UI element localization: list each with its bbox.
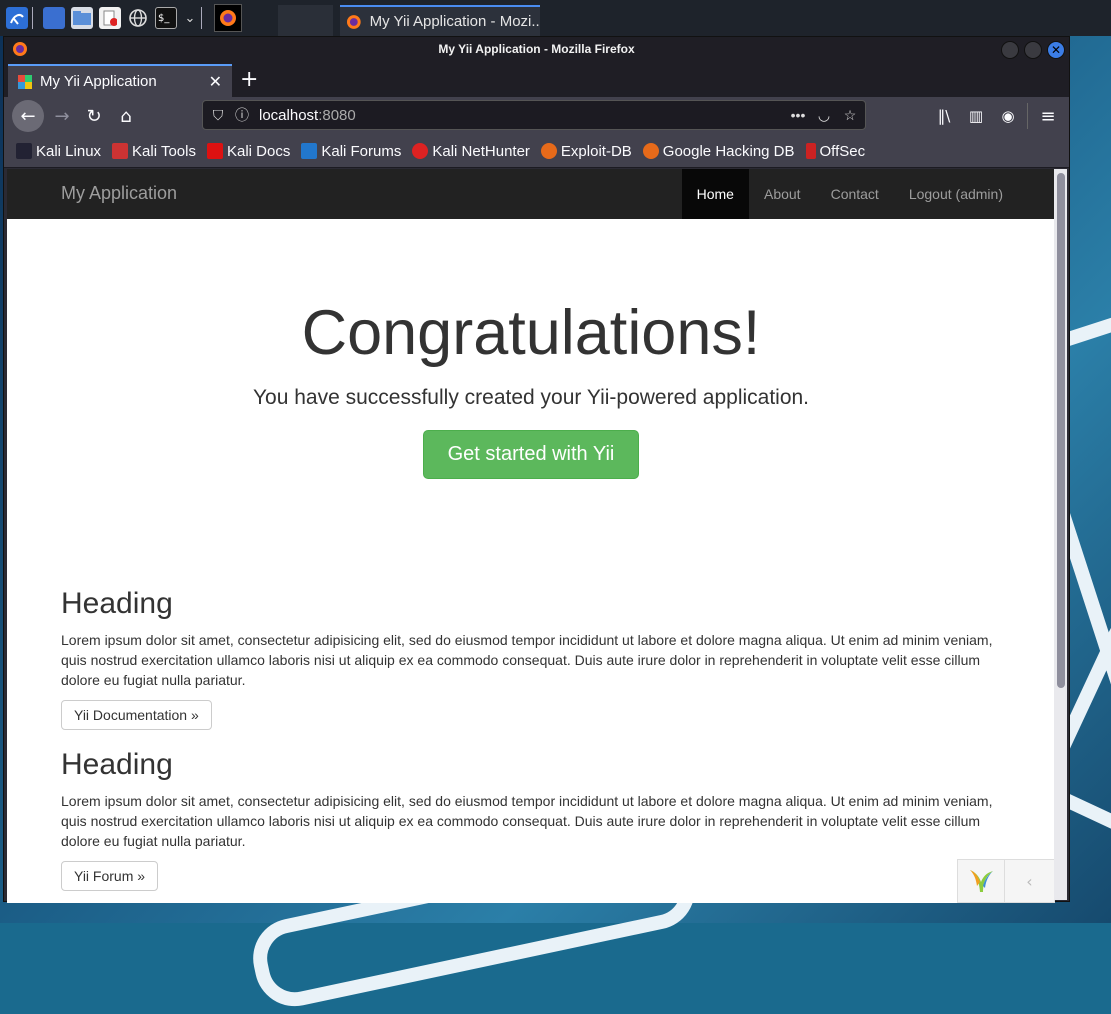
tab-bar: My Yii Application ✕ + xyxy=(4,63,1069,97)
new-tab-button[interactable]: + xyxy=(240,67,258,92)
bookmark-star-icon[interactable]: ☆ xyxy=(841,107,859,124)
bookmark-label: Kali Tools xyxy=(132,142,196,160)
body-content: Heading Lorem ipsum dolor sit amet, cons… xyxy=(7,587,1055,892)
yii-documentation-button[interactable]: Yii Documentation » xyxy=(61,700,212,731)
jumbotron: Congratulations! You have successfully c… xyxy=(7,298,1055,480)
window-title: My Yii Application - Mozilla Firefox xyxy=(438,42,635,56)
app-menu: Home About Contact Logout (admin) xyxy=(681,169,1018,219)
bookmark-kali-linux[interactable]: Kali Linux xyxy=(16,143,101,160)
exploit-db-icon xyxy=(540,143,557,159)
pocket-icon[interactable]: ◡ xyxy=(815,107,833,124)
toolbar-separator xyxy=(1027,103,1028,129)
kali-tools-icon xyxy=(112,143,129,159)
bookmark-label: Kali Linux xyxy=(36,142,102,160)
home-button[interactable]: ⌂ xyxy=(112,102,140,130)
app-brand[interactable]: My Application xyxy=(61,183,177,204)
nav-home[interactable]: Home xyxy=(681,169,749,219)
text-editor-icon[interactable] xyxy=(99,7,121,29)
bookmark-label: Kali Docs xyxy=(226,142,291,160)
tab-my-yii-application[interactable]: My Yii Application ✕ xyxy=(8,64,232,97)
page-viewport: My Application Home About Contact Logout… xyxy=(7,169,1055,903)
close-button[interactable]: ✕ xyxy=(1047,41,1065,59)
nav-contact[interactable]: Contact xyxy=(816,169,894,219)
url-host: localhost xyxy=(259,106,319,124)
bookmark-label: Kali NetHunter xyxy=(432,142,530,160)
bookmark-google-hacking-db[interactable]: Google Hacking DB xyxy=(642,142,795,160)
offsec-icon xyxy=(805,143,816,159)
firefox-task-icon[interactable] xyxy=(214,4,242,32)
web-browser-icon[interactable] xyxy=(127,7,149,29)
minimize-button[interactable] xyxy=(1001,41,1019,59)
taskbar-window-title: My Yii Application - Mozi... xyxy=(369,13,540,30)
ghdb-icon xyxy=(642,143,659,159)
taskbar-separator xyxy=(201,7,202,29)
taskbar-separator xyxy=(32,7,33,29)
nav-logout[interactable]: Logout (admin) xyxy=(894,169,1018,219)
account-icon[interactable]: ◉ xyxy=(994,102,1022,130)
kali-dragon-icon xyxy=(16,143,32,159)
chevron-left-icon[interactable]: ‹ xyxy=(1005,872,1054,891)
workspace-switcher[interactable] xyxy=(278,5,333,36)
section-text: Lorem ipsum dolor sit amet, consectetur … xyxy=(61,793,993,850)
kali-docs-icon xyxy=(206,143,223,159)
taskbar: $_ ⌄ xyxy=(0,0,1111,36)
yii-debug-toolbar[interactable]: ‹ xyxy=(957,859,1055,903)
jumbotron-lead: You have successfully created your Yii-p… xyxy=(252,386,810,410)
reload-button[interactable]: ↻ xyxy=(80,102,108,130)
section-heading: Heading xyxy=(61,587,173,621)
yii-forum-button[interactable]: Yii Forum » xyxy=(61,861,159,892)
navigation-toolbar: ← → ↻ ⌂ ⛉ ⓘ localhost:8080 ••• ◡ ☆ ‖\ ▥ … xyxy=(4,97,1069,135)
url-port: :8080 xyxy=(318,106,356,124)
jumbotron-title: Congratulations! xyxy=(301,298,761,368)
terminal-icon[interactable]: $_ xyxy=(155,7,177,29)
back-button[interactable]: ← xyxy=(12,100,44,132)
scrollbar-thumb[interactable] xyxy=(1057,173,1065,688)
sidebar-icon[interactable]: ▥ xyxy=(962,102,990,130)
bookmark-offsec[interactable]: OffSec xyxy=(805,142,866,160)
bookmark-exploit-db[interactable]: Exploit-DB xyxy=(540,142,632,160)
bookmark-label: Kali Forums xyxy=(321,142,402,160)
yii-favicon-icon xyxy=(18,74,32,89)
firefox-icon xyxy=(346,14,361,29)
maximize-button[interactable] xyxy=(1024,41,1042,59)
page-scrollbar[interactable] xyxy=(1054,169,1067,900)
page-actions-icon[interactable]: ••• xyxy=(789,107,807,123)
bookmark-label: Google Hacking DB xyxy=(662,142,795,160)
taskbar-window-button[interactable]: My Yii Application - Mozi... xyxy=(340,5,540,36)
get-started-button[interactable]: Get started with Yii xyxy=(422,430,640,480)
nethunter-icon xyxy=(412,143,429,159)
chevron-down-icon[interactable]: ⌄ xyxy=(183,7,197,29)
menu-icon[interactable]: ≡ xyxy=(1034,102,1062,130)
kali-forums-icon xyxy=(301,143,318,159)
file-manager-icon[interactable] xyxy=(71,7,93,29)
bookmark-kali-nethunter[interactable]: Kali NetHunter xyxy=(412,143,530,160)
bookmark-label: OffSec xyxy=(819,142,866,160)
close-tab-icon[interactable]: ✕ xyxy=(209,72,222,92)
shield-icon[interactable]: ⛉ xyxy=(209,107,227,124)
yii-logo-icon[interactable] xyxy=(958,860,1005,902)
bookmark-kali-forums[interactable]: Kali Forums xyxy=(301,143,401,160)
bookmark-kali-tools[interactable]: Kali Tools xyxy=(112,143,196,160)
app-navbar: My Application Home About Contact Logout… xyxy=(7,169,1055,219)
forward-button[interactable]: → xyxy=(48,102,76,130)
url-bar[interactable]: ⛉ ⓘ localhost:8080 ••• ◡ ☆ xyxy=(202,100,866,130)
tab-label: My Yii Application xyxy=(40,73,157,90)
info-icon[interactable]: ⓘ xyxy=(233,105,251,125)
library-icon[interactable]: ‖\ xyxy=(930,102,958,130)
bookmarks-toolbar: Kali Linux Kali Tools Kali Docs Kali For… xyxy=(4,135,1069,168)
show-desktop-icon[interactable] xyxy=(43,7,65,29)
section-text: Lorem ipsum dolor sit amet, consectetur … xyxy=(61,632,993,689)
section-heading: Heading xyxy=(61,748,173,782)
window-titlebar[interactable]: My Yii Application - Mozilla Firefox ✕ xyxy=(4,37,1069,63)
kali-menu-icon[interactable] xyxy=(6,7,28,29)
bookmark-kali-docs[interactable]: Kali Docs xyxy=(206,142,291,160)
nav-about[interactable]: About xyxy=(749,169,816,219)
bookmark-label: Exploit-DB xyxy=(560,142,632,160)
